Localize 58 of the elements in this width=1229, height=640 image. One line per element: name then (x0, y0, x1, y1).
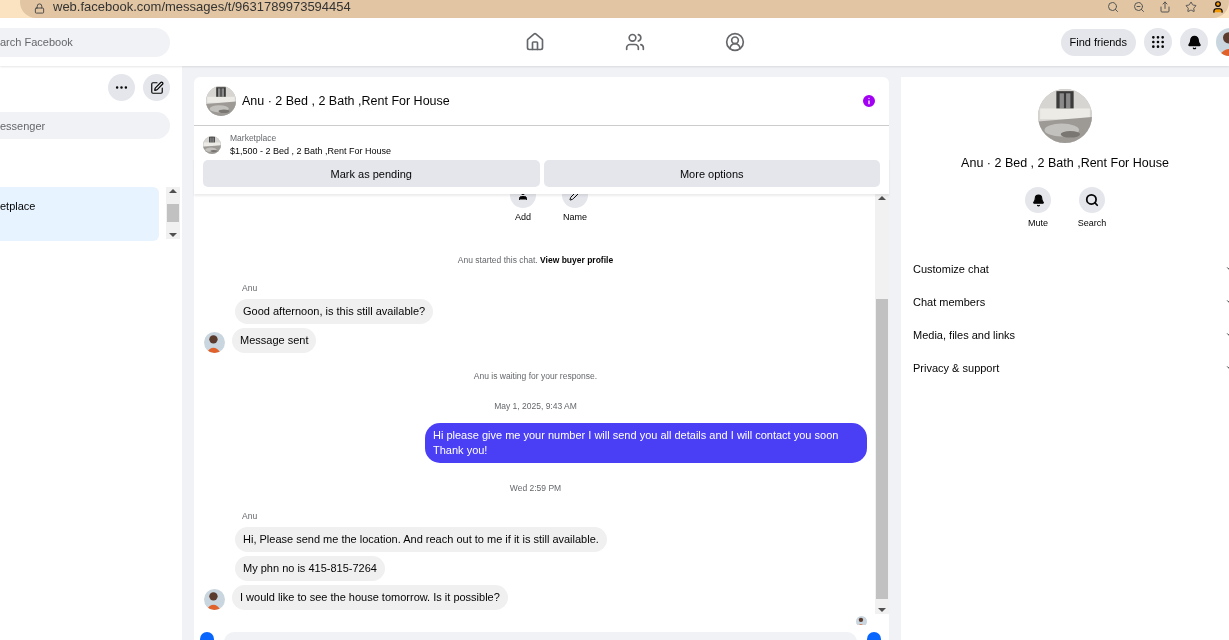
action-button[interactable]: Mark as pending (203, 160, 540, 187)
lock-icon (34, 3, 45, 14)
action-label: Mute (1028, 218, 1048, 228)
search-field[interactable]: arch Facebook (0, 27, 170, 57)
menu-button[interactable] (1144, 28, 1172, 56)
notifications-button[interactable] (1180, 28, 1208, 56)
avatar (204, 589, 225, 610)
section-header[interactable]: Customize chat (913, 262, 989, 275)
sender-name: Anu (242, 283, 259, 293)
scrollbar[interactable] (166, 187, 180, 239)
info-icon[interactable] (861, 93, 877, 109)
avatar (204, 332, 225, 353)
message-bubble: Message sent (232, 328, 317, 353)
more-button[interactable] (108, 74, 135, 101)
profile-icon[interactable] (725, 32, 746, 52)
star-icon[interactable] (1185, 1, 1197, 13)
sender-name: Anu (242, 511, 259, 521)
bell-icon (1031, 193, 1045, 207)
listing-summary: $1,500 - 2 Bed , 2 Bath ,Rent For House (230, 146, 392, 156)
message-bubble: I would like to see the house tomorrow. Is it possible? (232, 585, 508, 610)
friends-icon[interactable] (625, 32, 646, 52)
grid-icon (1150, 34, 1166, 50)
search-button[interactable] (1079, 187, 1105, 213)
chat-notice: Anu started this chat. View buyer profile (456, 255, 615, 265)
listing-source: Marketplace (230, 133, 278, 143)
address-field[interactable]: web.facebook.com/messages/t/9631789973594454 (53, 0, 351, 14)
section-header[interactable]: Privacy & support (913, 361, 1000, 374)
message-bubble: Hi, Please send me the location. And reach out to me if it is still available. (235, 527, 607, 552)
chat-list-item[interactable]: etplace (0, 187, 159, 241)
scrollbar[interactable] (875, 194, 889, 614)
action-label: Search (1077, 218, 1107, 228)
home-icon[interactable] (525, 32, 546, 52)
profile-icon[interactable] (1211, 0, 1225, 14)
search-icon (1085, 193, 1099, 207)
search-field[interactable]: essenger (0, 112, 170, 139)
compose-icon (149, 80, 164, 95)
mute-button[interactable] (1025, 187, 1051, 213)
find-friends-button[interactable]: Find friends (1060, 28, 1136, 56)
message-bubble: Good afternoon, is this still available? (235, 299, 434, 324)
action-label: Name (563, 212, 587, 222)
action-label: Add (515, 212, 531, 222)
chat-title: Anu · 2 Bed , 2 Bath ,Rent For House (242, 94, 451, 108)
share-icon[interactable] (1159, 1, 1171, 13)
section-header[interactable]: Chat members (913, 295, 986, 308)
timestamp: Wed 2:59 PM (508, 483, 563, 493)
bell-icon (1186, 34, 1202, 50)
timestamp: May 1, 2025, 9:43 AM (493, 401, 578, 411)
avatar (856, 616, 867, 625)
new-message-button[interactable] (143, 74, 170, 101)
message-bubble: My phn no is 415-815-7264 (235, 556, 385, 581)
message-bubble: Hi please give me your number I will send you all details and I will contact you soon Thank you! (425, 423, 867, 463)
chat-notice: Anu is waiting for your response. (472, 371, 599, 381)
action-button[interactable]: More options (543, 160, 880, 187)
search-icon[interactable] (1107, 1, 1119, 13)
buyer-profile-link[interactable]: View buyer profile (540, 255, 614, 265)
section-header[interactable]: Media, files and links (913, 328, 1016, 341)
conversation-title: Anu · 2 Bed , 2 Bath ,Rent For House (961, 156, 1169, 170)
zoom-out-icon[interactable] (1133, 1, 1145, 13)
